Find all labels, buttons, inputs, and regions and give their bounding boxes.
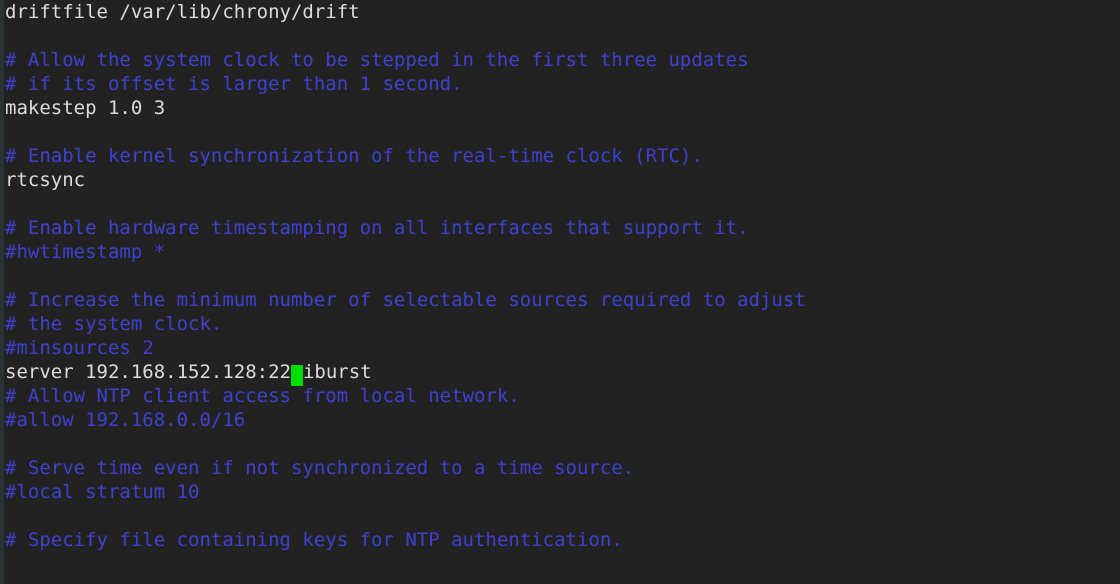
comment-line: # Allow the system clock to be stepped i… bbox=[5, 49, 749, 71]
comment-line: # Enable hardware timestamping on all in… bbox=[5, 217, 749, 239]
comment-line: #allow 192.168.0.0/16 bbox=[5, 409, 246, 431]
config-line: makestep 1.0 3 bbox=[5, 97, 166, 119]
comment-line: # Specify file containing keys for NTP a… bbox=[5, 529, 623, 551]
comment-line: # the system clock. bbox=[5, 313, 223, 335]
left-edge-gutter bbox=[0, 0, 4, 584]
line-text-after-cursor: iburst bbox=[302, 361, 372, 383]
text-buffer[interactable]: driftfile /var/lib/chrony/drift # Allow … bbox=[0, 0, 1120, 584]
comment-line: # Allow NTP client access from local net… bbox=[5, 385, 520, 407]
config-line: driftfile /var/lib/chrony/drift bbox=[5, 1, 360, 23]
text-line-with-cursor: server 192.168.152.128:22 iburst bbox=[5, 360, 1120, 386]
comment-line: # Enable kernel synchronization of the r… bbox=[5, 145, 703, 167]
config-line: rtcsync bbox=[5, 169, 86, 191]
comment-line: # Increase the minimum number of selecta… bbox=[5, 289, 806, 311]
comment-line: # Serve time even if not synchronized to… bbox=[5, 457, 635, 479]
terminal-window[interactable]: driftfile /var/lib/chrony/drift # Allow … bbox=[0, 0, 1120, 584]
block-cursor bbox=[290, 365, 303, 386]
comment-line: # if its offset is larger than 1 second. bbox=[5, 73, 463, 95]
comment-line: #hwtimestamp * bbox=[5, 241, 166, 263]
line-text-before-cursor: server 192.168.152.128:22 bbox=[5, 361, 291, 383]
comment-line: #local stratum 10 bbox=[5, 481, 200, 503]
comment-line: #minsources 2 bbox=[5, 337, 154, 359]
